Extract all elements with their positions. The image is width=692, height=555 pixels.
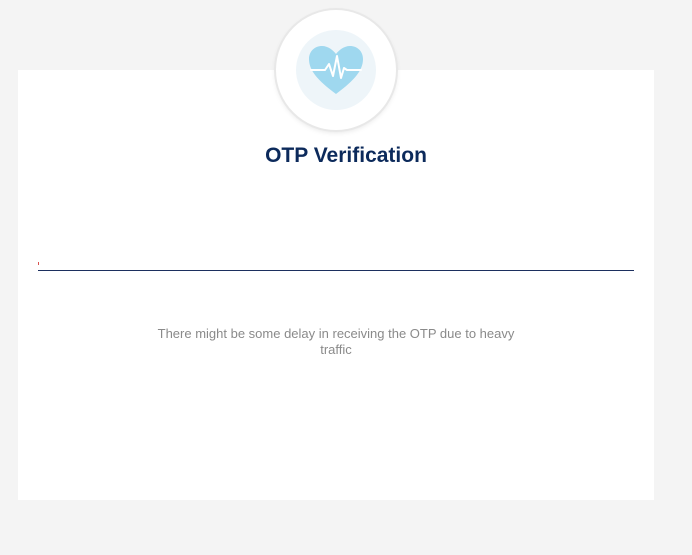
otp-card (18, 70, 654, 500)
otp-input[interactable] (38, 240, 634, 271)
input-marker (38, 262, 39, 265)
page-title: OTP Verification (265, 144, 427, 167)
heart-pulse-icon (309, 46, 363, 94)
logo-badge (276, 10, 396, 130)
otp-page: OTP Verification There might be some del… (0, 0, 692, 555)
otp-delay-notice: There might be some delay in receiving t… (157, 326, 515, 357)
logo-inner-circle (296, 30, 376, 110)
